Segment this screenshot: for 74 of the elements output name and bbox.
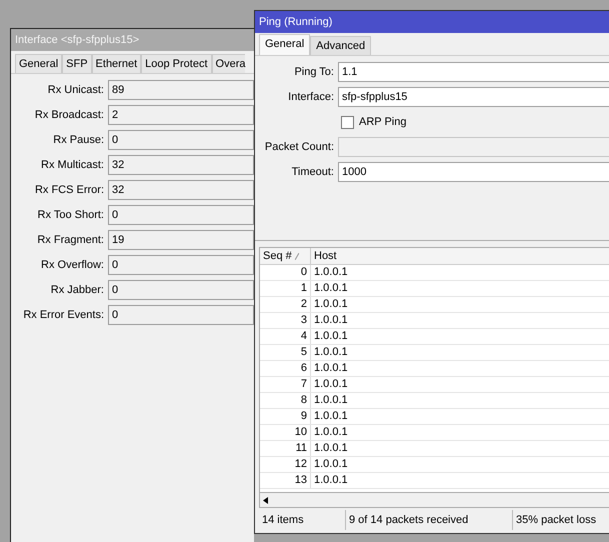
table-cell-text: 1.0.0.1 <box>313 345 349 360</box>
value-field[interactable]: 0 <box>108 305 254 325</box>
table-cell: 4 <box>260 329 311 344</box>
table-cell-text: 1.0.0.1 <box>313 473 349 488</box>
tab[interactable]: General <box>259 34 310 55</box>
table-cell: 11 <box>260 441 311 456</box>
field-label: Rx Broadcast: <box>34 109 104 121</box>
table-cell-text: 1.0.0.1 <box>313 361 349 376</box>
table-cell-text: 1.0.0.1 <box>313 409 349 424</box>
value-field[interactable]: 32 <box>108 155 254 175</box>
table-cell-text: 1.0.0.1 <box>313 425 349 440</box>
table-cell-text: 1.0.0.1 <box>313 297 349 312</box>
field-label: Packet Count: <box>264 141 334 153</box>
window-title: Ping (Running) <box>255 11 609 33</box>
field-label: Rx Multicast: <box>40 159 104 171</box>
table-cell: 3 <box>260 313 311 328</box>
table-cell-text: 1.0.0.1 <box>313 457 349 472</box>
value-field[interactable]: 32 <box>108 180 254 200</box>
sort-icon <box>294 252 299 260</box>
field-label: Rx Fragment: <box>36 234 104 246</box>
window-title: Interface <sfp-sfpplus15> <box>11 29 254 51</box>
value-field[interactable]: 2 <box>108 105 254 125</box>
table-cell-text: 1.0.0.1 <box>313 377 349 392</box>
table-cell: 12 <box>260 457 311 472</box>
tab[interactable]: General <box>15 54 62 73</box>
table-cell: 2 <box>260 297 311 312</box>
value-field[interactable]: 89 <box>108 80 254 100</box>
status-text: 14 items <box>259 510 346 530</box>
table-cell: 7 <box>260 377 311 392</box>
field-label: Rx Pause: <box>52 134 104 146</box>
table-cell: 0 <box>260 265 311 280</box>
horizontal-scrollbar[interactable] <box>260 492 609 507</box>
column-header[interactable]: Host <box>311 248 340 264</box>
table-cell-text: 1.0.0.1 <box>313 281 349 296</box>
table-cell-text: 1.0.0.1 <box>313 329 349 344</box>
table-cell: 6 <box>260 361 311 376</box>
status-text: 35% packet loss <box>513 510 609 530</box>
table-cell: 9 <box>260 409 311 424</box>
tab[interactable]: Loop Protect <box>141 54 212 73</box>
tab[interactable]: Ethernet <box>92 54 142 73</box>
tab[interactable]: Advanced <box>310 36 372 55</box>
field-label: Ping To: <box>293 66 334 78</box>
field-label: Rx FCS Error: <box>34 184 104 196</box>
value-field[interactable]: 19 <box>108 230 254 250</box>
scroll-left-icon[interactable] <box>263 496 268 504</box>
table-cell: 8 <box>260 393 311 408</box>
field-label: Rx Unicast: <box>46 84 104 96</box>
value-field[interactable]: 0 <box>108 130 254 150</box>
field-label: Rx Overflow: <box>40 259 104 271</box>
table-cell-text: 1.0.0.1 <box>313 393 349 408</box>
column-header[interactable]: Seq # <box>260 248 311 264</box>
table-cell-text: 1.0.0.1 <box>313 265 349 280</box>
tab[interactable]: SFP <box>62 54 92 73</box>
field-label: Rx Error Events: <box>22 309 104 321</box>
table-cell: 13 <box>260 473 311 488</box>
table-cell: 10 <box>260 425 311 440</box>
value-field[interactable]: 0 <box>108 255 254 275</box>
status-text: 9 of 14 packets received <box>346 510 513 530</box>
checkbox[interactable] <box>341 116 354 128</box>
input-field[interactable]: 1000 <box>338 162 609 182</box>
value-field[interactable]: 0 <box>108 205 254 225</box>
table-cell-text: 1.0.0.1 <box>313 441 349 456</box>
field-label: Rx Too Short: <box>36 209 104 221</box>
tab[interactable]: Overa <box>212 54 246 73</box>
input-field[interactable]: sfp-sfpplus15 <box>338 87 609 107</box>
field-label: Timeout: <box>290 166 334 178</box>
table-cell: 1 <box>260 281 311 296</box>
input-field[interactable]: 1.1 <box>338 62 609 82</box>
field-label: Interface: <box>287 91 334 103</box>
value-field[interactable]: 0 <box>108 280 254 300</box>
field-label: Rx Jabber: <box>50 284 104 296</box>
checkbox-label: ARP Ping <box>359 116 406 128</box>
table-cell-text: 1.0.0.1 <box>313 313 349 328</box>
table-cell: 5 <box>260 345 311 360</box>
